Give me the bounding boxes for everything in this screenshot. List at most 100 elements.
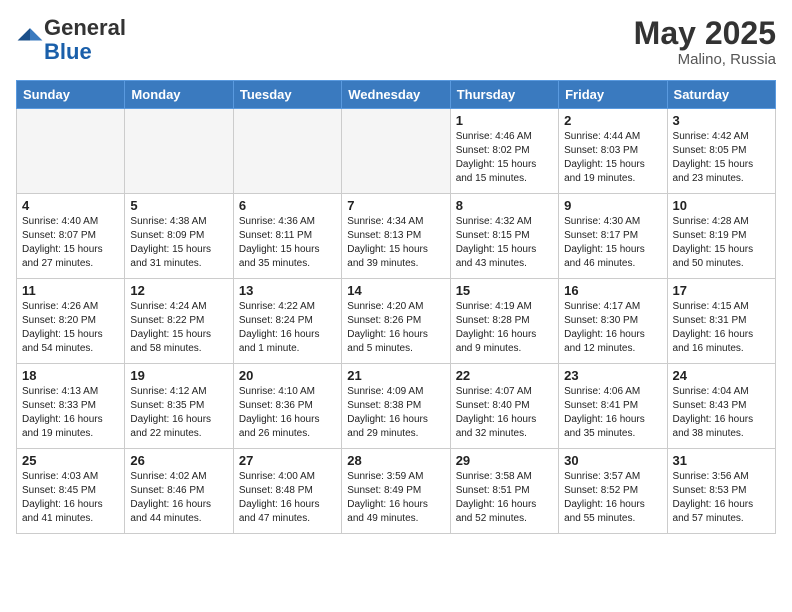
cell-text: Sunrise: 4:07 AM Sunset: 8:40 PM Dayligh…	[456, 385, 553, 441]
cell-text: Sunrise: 4:34 AM Sunset: 8:13 PM Dayligh…	[347, 215, 444, 271]
day-number: 5	[130, 198, 227, 213]
day-header-wednesday: Wednesday	[342, 81, 450, 109]
calendar-cell: 21 Sunrise: 4:09 AM Sunset: 8:38 PM Dayli…	[342, 364, 450, 449]
day-number: 15	[456, 283, 553, 298]
day-header-monday: Monday	[125, 81, 233, 109]
calendar-cell: 3 Sunrise: 4:42 AM Sunset: 8:05 PM Daylig…	[667, 109, 775, 194]
calendar-cell	[342, 109, 450, 194]
cell-text: Sunrise: 4:03 AM Sunset: 8:45 PM Dayligh…	[22, 470, 119, 526]
day-number: 16	[564, 283, 661, 298]
day-number: 30	[564, 453, 661, 468]
cell-text: Sunrise: 4:32 AM Sunset: 8:15 PM Dayligh…	[456, 215, 553, 271]
day-number: 29	[456, 453, 553, 468]
day-number: 4	[22, 198, 119, 213]
day-header-tuesday: Tuesday	[233, 81, 341, 109]
cell-text: Sunrise: 4:10 AM Sunset: 8:36 PM Dayligh…	[239, 385, 336, 441]
calendar-cell: 24 Sunrise: 4:04 AM Sunset: 8:43 PM Dayli…	[667, 364, 775, 449]
calendar-cell: 13 Sunrise: 4:22 AM Sunset: 8:24 PM Dayli…	[233, 279, 341, 364]
calendar-cell: 31Sunrise: 3:56 AM Sunset: 8:53 PM Dayli…	[667, 449, 775, 534]
page-header: GeneralBlue May 2025 Malino, Russia	[16, 16, 776, 68]
day-number: 6	[239, 198, 336, 213]
calendar-cell: 22 Sunrise: 4:07 AM Sunset: 8:40 PM Dayli…	[450, 364, 558, 449]
month-title: May 2025	[634, 16, 776, 51]
logo: GeneralBlue	[16, 16, 126, 64]
calendar-cell: 1 Sunrise: 4:46 AM Sunset: 8:02 PM Daylig…	[450, 109, 558, 194]
day-number: 1	[456, 113, 553, 128]
calendar-table: SundayMondayTuesdayWednesdayThursdayFrid…	[16, 80, 776, 534]
day-number: 20	[239, 368, 336, 383]
day-number: 28	[347, 453, 444, 468]
cell-text: Sunrise: 4:38 AM Sunset: 8:09 PM Dayligh…	[130, 215, 227, 271]
cell-text: Sunrise: 4:15 AM Sunset: 8:31 PM Dayligh…	[673, 300, 770, 356]
calendar-cell: 23Sunrise: 4:06 AM Sunset: 8:41 PM Dayli…	[559, 364, 667, 449]
calendar-cell: 30 Sunrise: 3:57 AM Sunset: 8:52 PM Dayli…	[559, 449, 667, 534]
cell-text: Sunrise: 4:40 AM Sunset: 8:07 PM Dayligh…	[22, 215, 119, 271]
cell-text: Sunrise: 4:22 AM Sunset: 8:24 PM Dayligh…	[239, 300, 336, 356]
cell-text: Sunrise: 4:30 AM Sunset: 8:17 PM Dayligh…	[564, 215, 661, 271]
day-number: 10	[673, 198, 770, 213]
cell-text: Sunrise: 4:26 AM Sunset: 8:20 PM Dayligh…	[22, 300, 119, 356]
logo-icon	[16, 25, 44, 53]
day-number: 19	[130, 368, 227, 383]
calendar-cell: 12 Sunrise: 4:24 AM Sunset: 8:22 PM Dayli…	[125, 279, 233, 364]
calendar-cell: 15Sunrise: 4:19 AM Sunset: 8:28 PM Dayli…	[450, 279, 558, 364]
day-number: 12	[130, 283, 227, 298]
calendar-cell: 2 Sunrise: 4:44 AM Sunset: 8:03 PM Daylig…	[559, 109, 667, 194]
calendar-cell: 19 Sunrise: 4:12 AM Sunset: 8:35 PM Dayli…	[125, 364, 233, 449]
logo-text: GeneralBlue	[44, 16, 126, 64]
day-header-thursday: Thursday	[450, 81, 558, 109]
calendar-week-5: 25 Sunrise: 4:03 AM Sunset: 8:45 PM Dayli…	[17, 449, 776, 534]
calendar-cell: 28 Sunrise: 3:59 AM Sunset: 8:49 PM Dayli…	[342, 449, 450, 534]
calendar-cell: 14 Sunrise: 4:20 AM Sunset: 8:26 PM Dayli…	[342, 279, 450, 364]
day-number: 14	[347, 283, 444, 298]
day-number: 11	[22, 283, 119, 298]
day-number: 31	[673, 453, 770, 468]
calendar-cell: 10 Sunrise: 4:28 AM Sunset: 8:19 PM Dayli…	[667, 194, 775, 279]
calendar-cell: 25 Sunrise: 4:03 AM Sunset: 8:45 PM Dayli…	[17, 449, 125, 534]
calendar-cell: 8Sunrise: 4:32 AM Sunset: 8:15 PM Daylig…	[450, 194, 558, 279]
cell-text: Sunrise: 4:42 AM Sunset: 8:05 PM Dayligh…	[673, 130, 770, 186]
calendar-cell: 29 Sunrise: 3:58 AM Sunset: 8:51 PM Dayli…	[450, 449, 558, 534]
day-number: 2	[564, 113, 661, 128]
cell-text: Sunrise: 4:46 AM Sunset: 8:02 PM Dayligh…	[456, 130, 553, 186]
day-number: 7	[347, 198, 444, 213]
cell-text: Sunrise: 4:24 AM Sunset: 8:22 PM Dayligh…	[130, 300, 227, 356]
cell-text: Sunrise: 4:20 AM Sunset: 8:26 PM Dayligh…	[347, 300, 444, 356]
calendar-cell: 11 Sunrise: 4:26 AM Sunset: 8:20 PM Dayli…	[17, 279, 125, 364]
day-number: 26	[130, 453, 227, 468]
calendar-cell: 26Sunrise: 4:02 AM Sunset: 8:46 PM Dayli…	[125, 449, 233, 534]
cell-text: Sunrise: 3:58 AM Sunset: 8:51 PM Dayligh…	[456, 470, 553, 526]
cell-text: Sunrise: 4:13 AM Sunset: 8:33 PM Dayligh…	[22, 385, 119, 441]
day-number: 23	[564, 368, 661, 383]
cell-text: Sunrise: 4:09 AM Sunset: 8:38 PM Dayligh…	[347, 385, 444, 441]
cell-text: Sunrise: 4:00 AM Sunset: 8:48 PM Dayligh…	[239, 470, 336, 526]
calendar-cell	[17, 109, 125, 194]
calendar-week-2: 4 Sunrise: 4:40 AM Sunset: 8:07 PM Daylig…	[17, 194, 776, 279]
calendar-cell: 20 Sunrise: 4:10 AM Sunset: 8:36 PM Dayli…	[233, 364, 341, 449]
cell-text: Sunrise: 3:59 AM Sunset: 8:49 PM Dayligh…	[347, 470, 444, 526]
day-number: 25	[22, 453, 119, 468]
day-number: 9	[564, 198, 661, 213]
calendar-cell: 7 Sunrise: 4:34 AM Sunset: 8:13 PM Daylig…	[342, 194, 450, 279]
day-number: 13	[239, 283, 336, 298]
calendar-cell: 16Sunrise: 4:17 AM Sunset: 8:30 PM Dayli…	[559, 279, 667, 364]
calendar-cell: 17 Sunrise: 4:15 AM Sunset: 8:31 PM Dayli…	[667, 279, 775, 364]
title-block: May 2025 Malino, Russia	[634, 16, 776, 68]
calendar-body: 1 Sunrise: 4:46 AM Sunset: 8:02 PM Daylig…	[17, 109, 776, 534]
day-number: 21	[347, 368, 444, 383]
calendar-cell	[233, 109, 341, 194]
day-number: 24	[673, 368, 770, 383]
day-number: 3	[673, 113, 770, 128]
cell-text: Sunrise: 4:12 AM Sunset: 8:35 PM Dayligh…	[130, 385, 227, 441]
location: Malino, Russia	[634, 51, 776, 68]
cell-text: Sunrise: 4:04 AM Sunset: 8:43 PM Dayligh…	[673, 385, 770, 441]
day-header-saturday: Saturday	[667, 81, 775, 109]
cell-text: Sunrise: 4:28 AM Sunset: 8:19 PM Dayligh…	[673, 215, 770, 271]
cell-text: Sunrise: 3:57 AM Sunset: 8:52 PM Dayligh…	[564, 470, 661, 526]
calendar-cell	[125, 109, 233, 194]
day-number: 17	[673, 283, 770, 298]
calendar-cell: 6Sunrise: 4:36 AM Sunset: 8:11 PM Daylig…	[233, 194, 341, 279]
calendar-week-4: 18Sunrise: 4:13 AM Sunset: 8:33 PM Dayli…	[17, 364, 776, 449]
day-number: 22	[456, 368, 553, 383]
cell-text: Sunrise: 4:44 AM Sunset: 8:03 PM Dayligh…	[564, 130, 661, 186]
